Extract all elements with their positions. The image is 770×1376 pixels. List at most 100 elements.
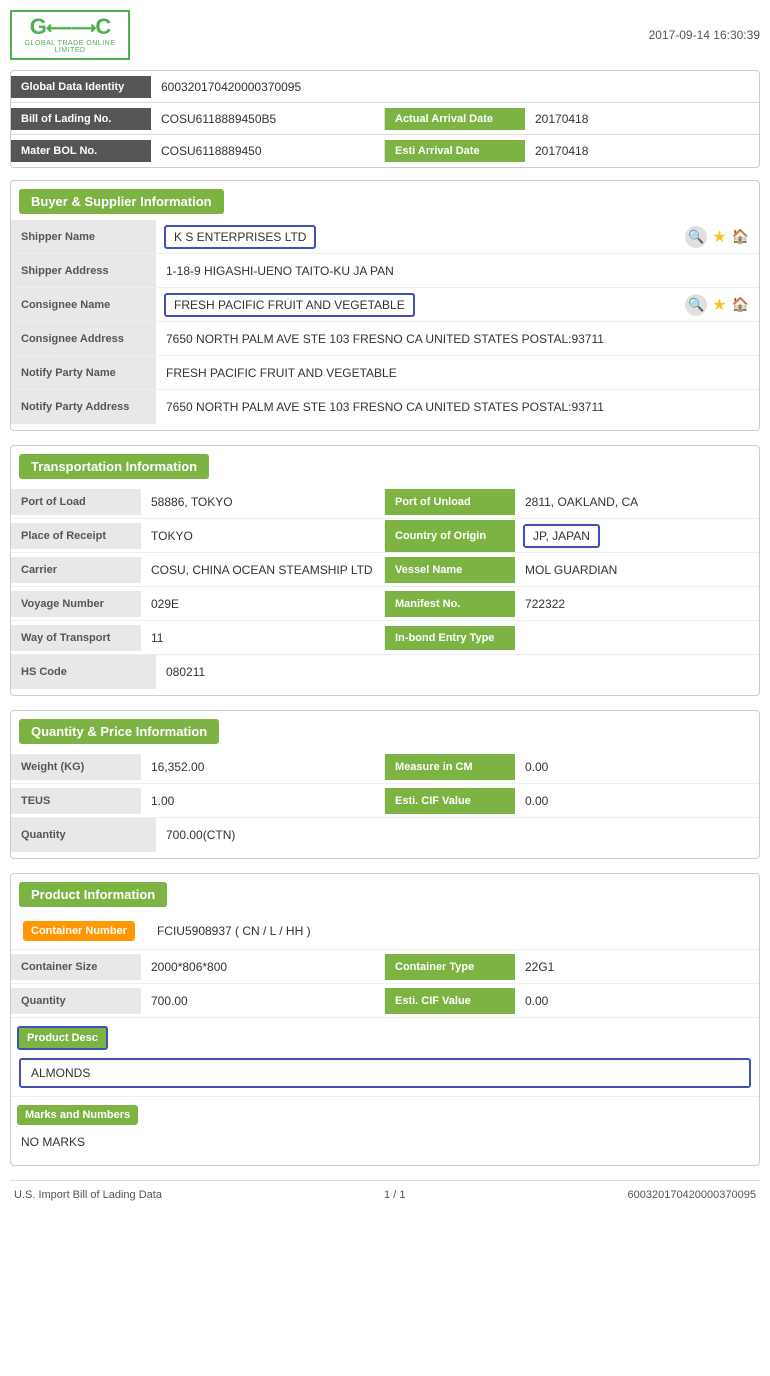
mater-bol-label: Mater BOL No. bbox=[11, 140, 151, 162]
measure-value: 0.00 bbox=[515, 754, 759, 780]
shipper-icons: 🔍 ★ 🏠 bbox=[685, 226, 759, 248]
product-info-title: Product Information bbox=[19, 882, 167, 907]
shipper-name-label: Shipper Name bbox=[11, 220, 156, 253]
footer-center: 1 / 1 bbox=[384, 1189, 405, 1201]
transportation-title: Transportation Information bbox=[19, 454, 209, 479]
esti-cif-cell: Esti. CIF Value 0.00 bbox=[385, 788, 759, 814]
voyage-manifest-row: Voyage Number 029E Manifest No. 722322 bbox=[11, 587, 759, 621]
voyage-value: 029E bbox=[141, 591, 384, 617]
vessel-name-value: MOL GUARDIAN bbox=[515, 557, 759, 583]
carrier-value: COSU, CHINA OCEAN STEAMSHIP LTD bbox=[141, 557, 384, 583]
hs-code-row: HS Code 080211 bbox=[11, 655, 759, 689]
shipper-home-icon[interactable]: 🏠 bbox=[732, 228, 749, 245]
quantity-label: Quantity bbox=[11, 818, 156, 852]
consignee-address-row: Consignee Address 7650 NORTH PALM AVE ST… bbox=[11, 322, 759, 356]
teus-cif-row: TEUS 1.00 Esti. CIF Value 0.00 bbox=[11, 784, 759, 818]
product-info-body: Container Number FCIU5908937 ( CN / L / … bbox=[11, 907, 759, 1165]
logo-area: G⟵⟶C GLOBAL TRADE ONLINE LIMITED bbox=[10, 10, 130, 60]
quantity-price-section: Quantity & Price Information Weight (KG)… bbox=[10, 710, 760, 859]
notify-party-name-value: FRESH PACIFIC FRUIT AND VEGETABLE bbox=[156, 360, 759, 386]
footer-right: 600320170420000370095 bbox=[628, 1189, 756, 1201]
hs-code-value: 080211 bbox=[156, 659, 759, 685]
voyage-label: Voyage Number bbox=[11, 591, 141, 617]
transport-inbond-row: Way of Transport 11 In-bond Entry Type bbox=[11, 621, 759, 655]
shipper-address-label: Shipper Address bbox=[11, 254, 156, 287]
consignee-name-value: FRESH PACIFIC FRUIT AND VEGETABLE bbox=[164, 293, 415, 317]
inbond-value bbox=[515, 632, 759, 644]
quantity-row: Quantity 700.00(CTN) bbox=[11, 818, 759, 852]
bol-value: COSU6118889450B5 bbox=[151, 107, 384, 131]
port-of-load-cell: Port of Load 58886, TOKYO bbox=[11, 489, 385, 515]
mater-bol-row: Mater BOL No. COSU6118889450 Esti Arriva… bbox=[11, 135, 759, 167]
buyer-supplier-body: Shipper Name K S ENTERPRISES LTD 🔍 ★ 🏠 S… bbox=[11, 214, 759, 430]
consignee-icons: 🔍 ★ 🏠 bbox=[685, 294, 759, 316]
marks-label: Marks and Numbers bbox=[17, 1105, 138, 1125]
port-of-unload-cell: Port of Unload 2811, OAKLAND, CA bbox=[385, 489, 759, 515]
actual-arrival-label: Actual Arrival Date bbox=[385, 108, 525, 130]
product-desc-section: Product Desc ALMONDS bbox=[11, 1018, 759, 1097]
teus-value: 1.00 bbox=[141, 788, 384, 814]
consignee-name-row: Consignee Name FRESH PACIFIC FRUIT AND V… bbox=[11, 288, 759, 322]
mater-bol-cell: Mater BOL No. COSU6118889450 bbox=[11, 139, 385, 163]
consignee-home-icon[interactable]: 🏠 bbox=[732, 296, 749, 313]
product-info-section: Product Information Container Number FCI… bbox=[10, 873, 760, 1166]
product-esti-cif-cell: Esti. CIF Value 0.00 bbox=[385, 988, 759, 1014]
esti-arrival-value: 20170418 bbox=[525, 139, 759, 163]
vessel-name-cell: Vessel Name MOL GUARDIAN bbox=[385, 557, 759, 583]
shipper-star-icon[interactable]: ★ bbox=[712, 227, 726, 247]
place-of-receipt-label: Place of Receipt bbox=[11, 523, 141, 549]
quantity-price-body: Weight (KG) 16,352.00 Measure in CM 0.00… bbox=[11, 744, 759, 858]
shipper-address-value: 1-18-9 HIGASHI-UENO TAITO-KU JA PAN bbox=[156, 258, 759, 284]
shipper-search-icon[interactable]: 🔍 bbox=[685, 226, 707, 248]
container-number-label-wrapper: Container Number bbox=[11, 913, 147, 949]
consignee-address-value: 7650 NORTH PALM AVE STE 103 FRESNO CA UN… bbox=[156, 326, 759, 352]
notify-party-name-row: Notify Party Name FRESH PACIFIC FRUIT AN… bbox=[11, 356, 759, 390]
inbond-label: In-bond Entry Type bbox=[385, 626, 515, 650]
place-of-receipt-value: TOKYO bbox=[141, 523, 384, 549]
container-type-label: Container Type bbox=[385, 954, 515, 980]
weight-cell: Weight (KG) 16,352.00 bbox=[11, 754, 385, 780]
actual-arrival-value: 20170418 bbox=[525, 107, 759, 131]
consignee-search-icon[interactable]: 🔍 bbox=[685, 294, 707, 316]
quantity-value: 700.00(CTN) bbox=[156, 822, 759, 848]
global-data-label: Global Data Identity bbox=[11, 76, 151, 98]
country-of-origin-value-wrapper: JP, JAPAN bbox=[515, 520, 759, 552]
product-desc-value: ALMONDS bbox=[19, 1058, 751, 1088]
manifest-label: Manifest No. bbox=[385, 591, 515, 617]
country-of-origin-label: Country of Origin bbox=[385, 520, 515, 552]
weight-measure-row: Weight (KG) 16,352.00 Measure in CM 0.00 bbox=[11, 750, 759, 784]
place-of-receipt-cell: Place of Receipt TOKYO bbox=[11, 523, 385, 549]
global-data-value: 600320170420000370095 bbox=[151, 75, 759, 99]
transportation-body: Port of Load 58886, TOKYO Port of Unload… bbox=[11, 479, 759, 695]
logo-text: G⟵⟶C bbox=[30, 16, 111, 38]
quantity-price-title: Quantity & Price Information bbox=[19, 719, 219, 744]
shipper-name-row: Shipper Name K S ENTERPRISES LTD 🔍 ★ 🏠 bbox=[11, 220, 759, 254]
shipper-name-value-wrapper: K S ENTERPRISES LTD bbox=[156, 221, 685, 253]
carrier-cell: Carrier COSU, CHINA OCEAN STEAMSHIP LTD bbox=[11, 557, 385, 583]
notify-party-address-value: 7650 NORTH PALM AVE STE 103 FRESNO CA UN… bbox=[156, 394, 759, 420]
header: G⟵⟶C GLOBAL TRADE ONLINE LIMITED 2017-09… bbox=[10, 10, 760, 60]
product-esti-cif-label: Esti. CIF Value bbox=[385, 988, 515, 1014]
port-row: Port of Load 58886, TOKYO Port of Unload… bbox=[11, 485, 759, 519]
transportation-section: Transportation Information Port of Load … bbox=[10, 445, 760, 696]
bol-row: Bill of Lading No. COSU6118889450B5 Actu… bbox=[11, 103, 759, 135]
weight-label: Weight (KG) bbox=[11, 754, 141, 780]
top-info-section: Global Data Identity 6003201704200003700… bbox=[10, 70, 760, 168]
notify-party-address-label: Notify Party Address bbox=[11, 390, 156, 424]
carrier-vessel-row: Carrier COSU, CHINA OCEAN STEAMSHIP LTD … bbox=[11, 553, 759, 587]
logo-box: G⟵⟶C GLOBAL TRADE ONLINE LIMITED bbox=[10, 10, 130, 60]
container-size-type-row: Container Size 2000*806*800 Container Ty… bbox=[11, 950, 759, 984]
weight-value: 16,352.00 bbox=[141, 754, 384, 780]
teus-cell: TEUS 1.00 bbox=[11, 788, 385, 814]
product-esti-cif-value: 0.00 bbox=[515, 988, 759, 1014]
consignee-star-icon[interactable]: ★ bbox=[712, 295, 726, 315]
manifest-value: 722322 bbox=[515, 591, 759, 617]
port-of-unload-label: Port of Unload bbox=[385, 489, 515, 515]
product-quantity-label: Quantity bbox=[11, 988, 141, 1014]
esti-arrival-cell: Esti Arrival Date 20170418 bbox=[385, 139, 759, 163]
esti-cif-label: Esti. CIF Value bbox=[385, 788, 515, 814]
bol-cell: Bill of Lading No. COSU6118889450B5 bbox=[11, 107, 385, 131]
mater-bol-value: COSU6118889450 bbox=[151, 139, 384, 163]
global-data-row: Global Data Identity 6003201704200003700… bbox=[11, 71, 759, 103]
buyer-supplier-section: Buyer & Supplier Information Shipper Nam… bbox=[10, 180, 760, 431]
